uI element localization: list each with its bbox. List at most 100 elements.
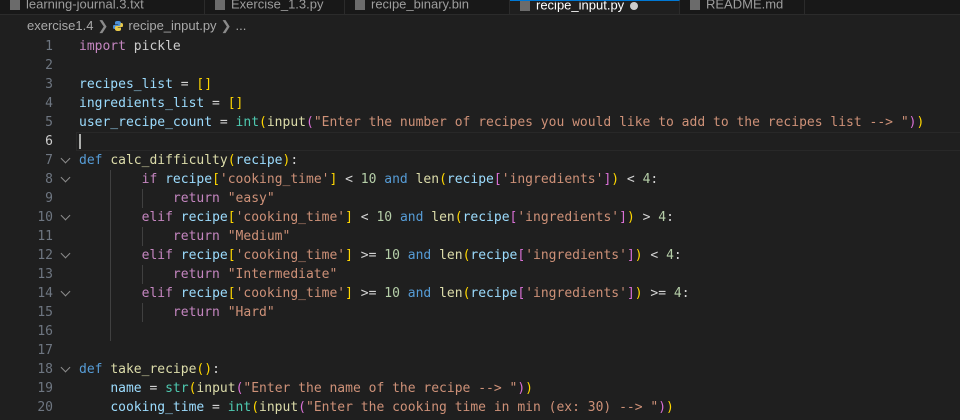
fold-chevron-icon[interactable] [60,172,71,183]
code-token: input [259,400,299,415]
code-token: user_recipe_count [79,115,213,130]
code-text: user_recipe_count = int(input("Enter the… [79,113,924,132]
code-token: cooking_time [110,400,205,415]
code-token: "Medium" [227,229,291,244]
code-token: "Hard" [227,305,275,320]
code-line[interactable]: 1 import pickle [0,37,960,56]
breadcrumb-file[interactable]: recipe_input.py [128,18,216,33]
code-token: return [172,229,220,244]
code-text: return "easy" [79,189,275,208]
line-number: 9 [45,191,53,206]
fold-chevron-icon[interactable] [60,153,71,164]
code-token: ] [626,286,635,301]
indent-guide [110,170,111,341]
code-token: ( [227,153,236,168]
line-number: 2 [45,58,53,73]
code-line[interactable]: 20 cooking_time = int(input("Enter the c… [0,398,960,417]
code-text: def calc_difficulty(recipe): [79,151,298,170]
code-line[interactable]: 3 recipes_list = [] [0,75,960,94]
line-number: 3 [45,77,53,92]
code-token: ( [251,400,260,415]
breadcrumb-symbols[interactable]: ... [235,18,246,33]
code-token: recipe [180,286,228,301]
code-token: and [384,172,408,187]
code-editor[interactable]: 1 import pickle 2 3 recipes_list = [] 4 ingred… [0,37,960,420]
code-line[interactable]: 9 return "easy" [0,189,960,208]
code-line[interactable]: 16 [0,322,960,341]
tab-recipe-binary[interactable]: recipe_binary.bin [345,0,510,14]
code-text: elif recipe['cooking_time'] < 10 and len… [79,208,674,227]
text-file-icon [10,0,20,10]
code-token: recipe [165,172,213,187]
fold-chevron-icon[interactable] [60,248,71,259]
code-token: ] [345,210,353,225]
code-line[interactable]: 7 def calc_difficulty(recipe): [0,151,960,170]
code-line[interactable]: 12 elif recipe['cooking_time'] >= 10 and… [0,246,960,265]
indent-guide [142,227,143,246]
python-file-icon [215,0,225,10]
code-token: [] [227,96,244,111]
fold-chevron-icon[interactable] [60,286,71,297]
breadcrumb-folder[interactable]: exercise1.4 [27,18,93,33]
code-line[interactable]: 19 name = str(input("Enter the name of t… [0,379,960,398]
tab-label: learning-journal.3.txt [26,0,144,12]
code-token: ( [259,115,267,130]
code-token: 'ingredients' [517,210,620,225]
code-token: 4 [658,210,667,225]
line-number: 15 [37,305,53,320]
code-text: elif recipe['cooking_time'] >= 10 and le… [79,246,682,265]
code-line[interactable]: 5 user_recipe_count = int(input("Enter th… [0,113,960,132]
text-cursor [79,134,81,149]
code-token: recipe [180,248,228,263]
code-token: : [673,248,682,263]
code-token: 'cooking_time' [235,210,346,225]
code-token: ) [634,286,643,301]
code-text: name = str(input("Enter the name of the … [79,379,533,398]
code-token: [ [227,286,236,301]
code-token: "Enter the cooking time in min (ex: 30) … [306,400,659,415]
line-number: 19 [37,381,53,396]
code-token: recipe [470,286,518,301]
line-number: 5 [45,115,53,130]
code-line[interactable]: 11 return "Medium" [0,227,960,246]
code-line[interactable]: 8 if recipe['cooking_time'] < 10 and len… [0,170,960,189]
code-token: return [172,191,220,206]
indent-guide [142,189,143,208]
code-token: 'cooking_time' [235,248,346,263]
tab-recipe-input[interactable]: recipe_input.py [510,0,680,14]
code-line[interactable]: 14 elif recipe['cooking_time'] >= 10 and… [0,284,960,303]
fold-chevron-icon[interactable] [60,210,71,221]
code-token: 'ingredients' [525,248,627,263]
fold-chevron-icon[interactable] [60,362,71,373]
line-number: 11 [37,229,53,244]
line-number: 6 [45,134,53,149]
code-line[interactable]: 6 [0,132,960,151]
tab-exercise-1-3[interactable]: Exercise_1.3.py [205,0,345,14]
code-token: : [650,172,659,187]
code-token: 10 [384,248,400,263]
tab-learning-journal[interactable]: learning-journal.3.txt [0,0,205,14]
line-number: 12 [37,248,53,263]
code-token: str [165,381,189,396]
code-line[interactable]: 13 return "Intermediate" [0,265,960,284]
tab-readme[interactable]: README.md [680,0,805,14]
code-line[interactable]: 2 [0,56,960,75]
code-line[interactable]: 17 [0,341,960,360]
code-token: ) [666,400,674,415]
code-token: recipe [470,248,518,263]
code-token: : [666,210,674,225]
code-line[interactable]: 18 def take_recipe(): [0,360,960,379]
code-token: recipe [180,210,228,225]
code-token: int [235,115,260,130]
code-line[interactable]: 10 elif recipe['cooking_time'] < 10 and … [0,208,960,227]
code-token: ] [345,248,353,263]
code-token: ( [454,210,463,225]
code-line[interactable]: 4 ingredients_list = [] [0,94,960,113]
code-line[interactable]: 15 return "Hard" [0,303,960,322]
unsaved-dot-icon[interactable] [630,2,639,10]
code-text: recipes_list = [] [79,75,212,94]
